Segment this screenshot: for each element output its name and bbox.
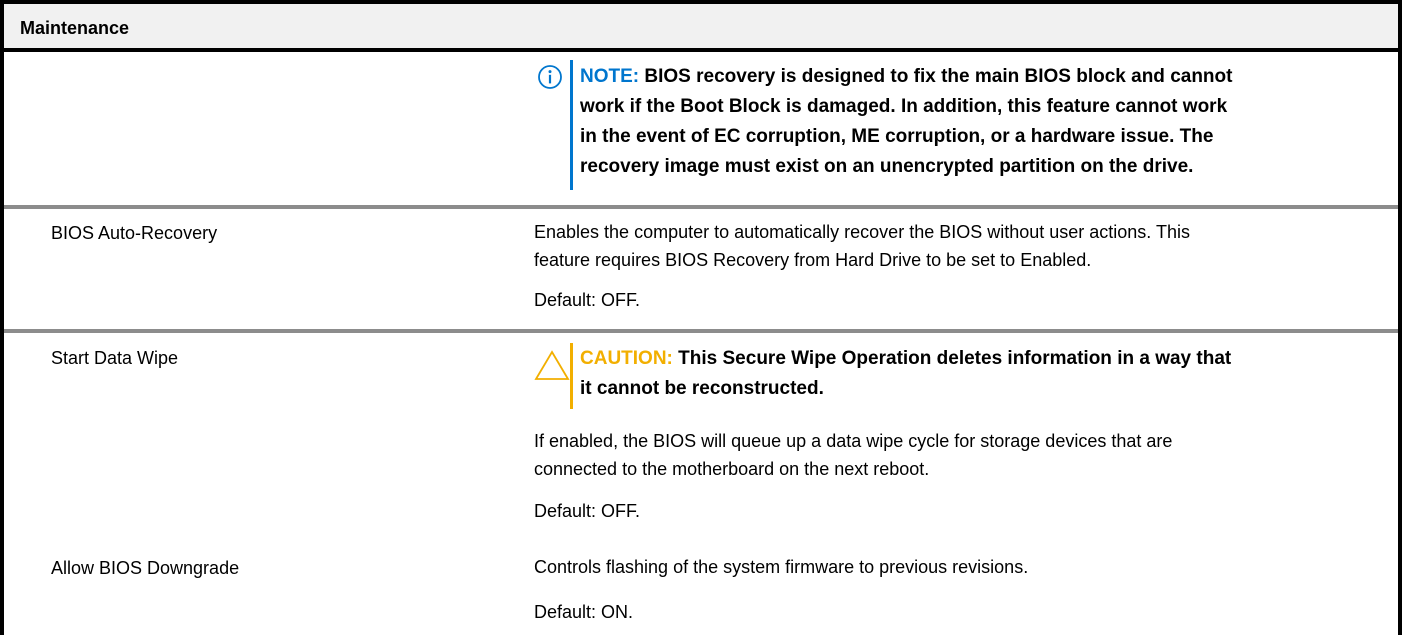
row-label: Allow BIOS Downgrade: [51, 558, 240, 578]
note-keyword: NOTE:: [580, 66, 640, 87]
note-line-1: BIOS recovery is designed to fix the mai…: [644, 66, 1233, 87]
caution-line-1: This Secure Wipe Operation deletes infor…: [678, 348, 1232, 369]
note-line-2: work if the Boot Block is damaged. In ad…: [580, 96, 1228, 117]
row-default: Default: ON.: [534, 602, 634, 622]
note-line-4: recovery image must exist on an unencryp…: [580, 156, 1194, 177]
description-line: connected to the motherboard on the next…: [534, 459, 930, 479]
info-icon: [538, 65, 562, 89]
caution-accent-bar: [570, 343, 573, 409]
row-description: If enabled, the BIOS will queue up a dat…: [534, 427, 1389, 483]
row-default: Default: OFF.: [534, 290, 641, 310]
row-description: Controls flashing of the system firmware…: [534, 553, 1389, 581]
description-line: Enables the computer to automatically re…: [534, 222, 1190, 242]
maintenance-table: Maintenance NOTE: BIOS recovery is desig…: [0, 0, 1402, 635]
row-label: Start Data Wipe: [51, 348, 179, 368]
note-line-3: in the event of EC corruption, ME corrup…: [580, 126, 1214, 147]
caution-line-2: it cannot be reconstructed.: [580, 378, 824, 399]
header-divider: [4, 48, 1398, 52]
description-line: Controls flashing of the system firmware…: [534, 557, 1029, 577]
row-divider: [4, 205, 1398, 209]
note-callout: NOTE: BIOS recovery is designed to fix t…: [580, 62, 1390, 182]
caution-keyword: CAUTION:: [580, 348, 673, 369]
row-default: Default: OFF.: [534, 501, 641, 521]
row-label: BIOS Auto-Recovery: [51, 223, 218, 243]
caution-callout: CAUTION: This Secure Wipe Operation dele…: [580, 344, 1395, 404]
row-divider: [4, 329, 1398, 333]
row-description: Enables the computer to automatically re…: [534, 218, 1389, 274]
note-accent-bar: [570, 60, 573, 190]
description-line: If enabled, the BIOS will queue up a dat…: [534, 431, 1173, 451]
warning-triangle-icon: [534, 350, 570, 380]
table-header-title: Maintenance: [20, 18, 130, 38]
table-header: Maintenance: [4, 4, 1398, 48]
description-line: feature requires BIOS Recovery from Hard…: [534, 250, 1092, 270]
